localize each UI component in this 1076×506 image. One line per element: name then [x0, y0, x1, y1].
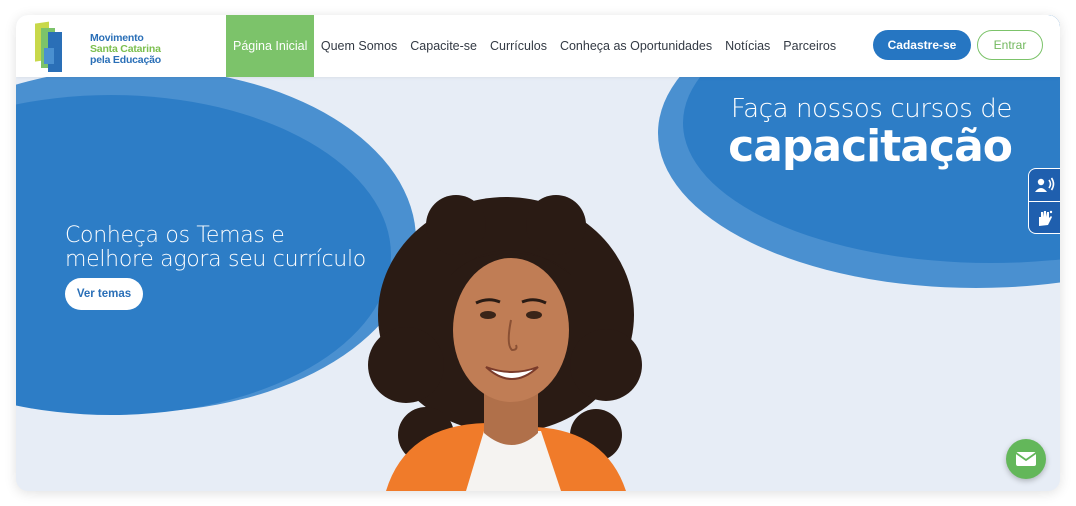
hero-right-subtitle: Faça nossos cursos de — [730, 94, 1012, 124]
nav-item-pagina-inicial[interactable]: Página Inicial — [226, 15, 315, 77]
audio-description-icon — [1035, 177, 1055, 192]
site-header: Movimento Santa Catarina pela Educação P… — [16, 15, 1060, 77]
page-frame: Conheça os Temas e melhore agora seu cur… — [16, 15, 1060, 491]
hero-left-title-line1: Conheça os Temas e — [65, 223, 285, 248]
audio-description-button[interactable] — [1029, 169, 1060, 201]
brand-line3: pela Educação — [90, 54, 161, 66]
main-nav: Página Inicial Quem Somos Capacite-se Cu… — [226, 15, 843, 77]
hero-right-title: capacitação — [728, 121, 1013, 172]
woman-photo — [368, 195, 642, 491]
sign-language-button[interactable] — [1029, 202, 1060, 234]
nav-item-oportunidades[interactable]: Conheça as Oportunidades — [553, 15, 718, 77]
brand-logo[interactable]: Movimento Santa Catarina pela Educação — [32, 18, 172, 74]
brand-name: Movimento Santa Catarina pela Educação — [90, 33, 161, 66]
hero-left-title-line2: melhore agora seu currículo — [65, 247, 366, 272]
login-button[interactable]: Entrar — [977, 30, 1043, 60]
register-button[interactable]: Cadastre-se — [873, 30, 971, 60]
nav-item-parceiros[interactable]: Parceiros — [777, 15, 843, 77]
accessibility-widget — [1028, 168, 1060, 234]
nav-item-capacite-se[interactable]: Capacite-se — [404, 15, 484, 77]
hero-left-title: Conheça os Temas e melhore agora seu cur… — [65, 224, 366, 272]
nav-item-quem-somos[interactable]: Quem Somos — [314, 15, 403, 77]
envelope-icon — [1015, 452, 1037, 466]
logo-mark-icon — [35, 21, 62, 72]
ver-temas-button[interactable]: Ver temas — [65, 278, 143, 310]
nav-item-curriculos[interactable]: Currículos — [483, 15, 553, 77]
nav-item-noticias[interactable]: Notícias — [719, 15, 777, 77]
contact-mail-button[interactable] — [1006, 439, 1046, 479]
sign-language-icon — [1039, 210, 1053, 226]
